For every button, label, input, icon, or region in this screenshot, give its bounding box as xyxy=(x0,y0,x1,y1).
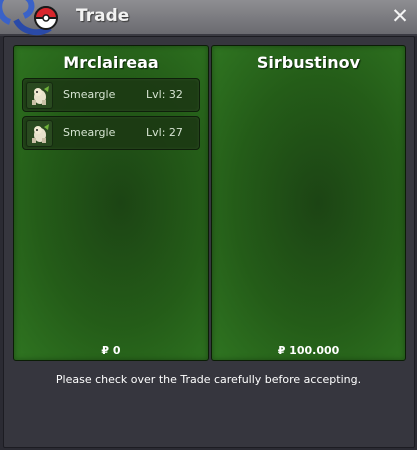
left-trade-panel: Mrclaireaa Smeargle Lvl: 32 Smeargle Lvl… xyxy=(13,45,209,361)
right-money-amount: ₽ 100.000 xyxy=(277,344,340,357)
close-icon[interactable]: ✕ xyxy=(389,4,411,28)
smeargle-sprite-icon xyxy=(26,120,53,147)
pokeball-logo-icon xyxy=(0,0,59,36)
trade-pokemon-slot[interactable]: Smeargle Lvl: 27 xyxy=(22,116,200,150)
smeargle-sprite-icon xyxy=(26,82,53,109)
left-money-amount: ₽ 0 xyxy=(101,344,121,357)
right-trade-panel: Sirbustinov ₽ 100.000 xyxy=(211,45,406,361)
left-player-name: Mrclaireaa xyxy=(63,53,159,72)
window-title: Trade xyxy=(76,6,130,26)
right-player-name: Sirbustinov xyxy=(256,53,361,72)
pokemon-name: Smeargle xyxy=(63,88,116,101)
window-titlebar[interactable]: Trade ✕ xyxy=(0,0,417,36)
pokemon-level: Lvl: 32 xyxy=(146,88,183,101)
pokemon-level: Lvl: 27 xyxy=(146,126,183,139)
trade-notice-text: Please check over the Trade carefully be… xyxy=(55,373,362,386)
pokemon-name: Smeargle xyxy=(63,126,116,139)
trade-pokemon-slot[interactable]: Smeargle Lvl: 32 xyxy=(22,78,200,112)
